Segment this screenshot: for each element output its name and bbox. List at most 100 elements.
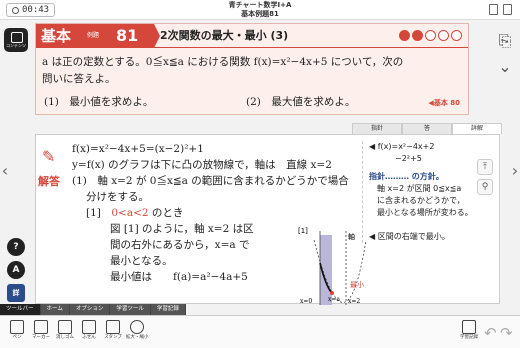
reidai-label: 例題 [87,32,100,39]
contents-button[interactable]: コンテンツ [4,28,28,52]
graph-xa-label: x=a [328,296,340,303]
bookmark-icon[interactable] [503,4,512,15]
tool-label: 消しゴム [56,335,74,340]
pen-tool[interactable]: ペン [6,320,28,341]
redo-icon[interactable]: ↷ [500,324,513,342]
parabola-graph: [1] 軸 最小 x=0 x=a x=2 [298,227,367,305]
solution-line: y=f(x) のグラフは下に凸の放物線で，軸は 直線 x=2 [72,159,332,171]
tab-study-tools[interactable]: 学習ツール [110,304,151,315]
toolbar-toggle[interactable]: ツールバー [0,304,41,315]
pencil-icon: ✎ [42,147,56,166]
solution-line: (1) 軸 x=2 が 0≦x≦a の範囲に含まれるかどうかで場合 [72,175,349,187]
example-title: 基本例題81 [241,10,279,18]
page-title: 青チャート数学Ⅰ+A 基本例題81 [0,1,520,19]
problem-title: 2次関数の最大・最小 (3) [154,24,468,48]
problem-panel: 基本 例題 81 2次関数の最大・最小 (3) a は正の定数とする。0≦x≦a… [35,23,469,115]
marker-tool[interactable]: マーカー [30,320,52,341]
graph-axis-label: 軸 [348,232,355,241]
tool-label: ふせん [82,335,96,340]
graph-x0-label: x=0 [300,298,312,305]
collapse-arrow-icon[interactable]: ⌄ [494,56,516,78]
hint-line: ◀ f(x)=x²−4x+2 [369,142,435,151]
hint-line: 最小となる場所が変わる。 [377,208,473,217]
graph-x2-label: x=2 [348,298,360,305]
difficulty-dot [425,30,436,41]
stamp-tool[interactable]: スタンプ [102,320,124,341]
hint-tool-button[interactable]: ? [7,238,25,256]
difficulty-dot [438,30,449,41]
kihon-label: 基本 [41,27,72,45]
answer-tabs: 指針 答 詳解 [352,123,502,134]
top-icons [489,4,512,15]
difficulty-dot [399,30,410,41]
title-marker-icon [154,24,160,48]
problem-line: a は正の定数とする。0≦x≦a における関数 f(x)=x²−4x+5 につい… [42,56,404,68]
hint-column: ◀ f(x)=x²−4x+2 −2²+5 指針……… の方針。 軸 x=2 が区… [362,141,494,243]
graph-label: [1] [298,227,308,235]
sticky-note-tool[interactable]: ふせん [78,320,100,341]
hint-line: −2²+5 [395,154,422,163]
tab-hint[interactable]: 指針 [352,123,402,134]
marker-icon [34,320,48,334]
reference-text: 基本 80 [433,99,460,107]
problem-line: 問いに答えよ。 [42,73,116,85]
case-condition: 0<a<2 [111,207,149,219]
tool-label: スタンプ [104,335,122,340]
toolbar-tabs: ツールバー ホーム オプション 学習ツール 学習記録 [0,304,186,315]
tab-answer[interactable]: 答 [402,123,452,134]
answer-side-tools: ⤒ ⚲ [477,159,493,195]
next-page-arrow[interactable]: › [510,160,520,182]
solution-line: [1] 0<a<2 のとき [72,205,392,221]
zoom-icon [130,320,144,334]
question-2: (2) 最大値を求めよ。 [246,96,356,108]
hint-heading: 指針……… の方針。 [369,172,444,181]
record-icon [462,320,476,334]
difficulty-dot [451,30,462,41]
graph-min-label: 最小 [350,280,364,289]
undo-icon[interactable]: ↶ [484,324,497,342]
scroll-top-icon[interactable]: ⤒ [477,159,493,175]
example-badge: 基本 例題 81 [36,24,154,48]
example-number: 81 [116,26,139,45]
tool-label: ペン [12,335,22,340]
eraser-icon [58,320,72,334]
tab-options[interactable]: オプション [69,304,111,315]
tool-label: マーカー [32,335,50,340]
top-bar: 00:43 青チャート数学Ⅰ+A 基本例題81 [0,0,520,20]
eraser-tool[interactable]: 消しゴム [54,320,76,341]
tool-label: 拡大・縮小 [126,335,149,340]
pen-icon [10,320,24,334]
contents-label: コンテンツ [6,43,26,48]
study-record-tool[interactable]: 学習記録 [458,320,480,341]
prev-page-arrow[interactable]: ‹ [0,160,10,182]
reference-link[interactable]: ◀基本 80 [428,98,460,108]
book-title: 青チャート数学Ⅰ+A [228,1,292,9]
bottom-toolbar: ペン マーカー 消しゴム ふせん スタンプ 拡大・縮小 学習記録 ↶ ↷ [0,315,520,348]
problem-title-text: 2次関数の最大・最小 (3) [160,29,289,42]
answer-tool-button[interactable]: A [7,261,25,279]
zoom-tool[interactable]: 拡大・縮小 [126,320,149,341]
sticky-note-icon [82,320,96,334]
answer-label: 解答 [38,175,60,188]
page-icon[interactable] [489,4,498,15]
tab-study-record[interactable]: 学習記録 [150,304,186,315]
tab-home[interactable]: ホーム [40,304,70,315]
answer-panel: ✎ 解答 f(x)=x²−4x+5=(x−2)²+1 y=f(x) のグラフは下… [35,134,500,305]
case-suffix: のとき [148,207,184,219]
hint-line: に含まれるかどうかで， [377,196,465,205]
open-panel-icon[interactable]: ⎘ [494,30,516,52]
solution-line: 分けをする。 [86,191,149,203]
question-1: (1) 最小値を求めよ。 [44,96,154,108]
pin-icon[interactable]: ⚲ [477,179,493,195]
hint-line: 軸 x=2 が区間 0≦x≦a [377,184,462,193]
difficulty-dot [412,30,423,41]
hint-line: ◀ 区間の右端で最小。 [369,232,450,241]
difficulty-rating [399,30,462,41]
minimum-point [330,291,334,295]
tab-detail[interactable]: 詳解 [452,123,502,134]
detail-tool-button[interactable]: 詳 [7,284,25,302]
solution-line: f(x)=x²−4x+5=(x−2)²+1 [72,143,204,155]
stamp-icon [106,320,120,334]
problem-statement: a は正の定数とする。0≦x≦a における関数 f(x)=x²−4x+5 につい… [42,54,462,88]
case-number: [1] [86,207,112,219]
